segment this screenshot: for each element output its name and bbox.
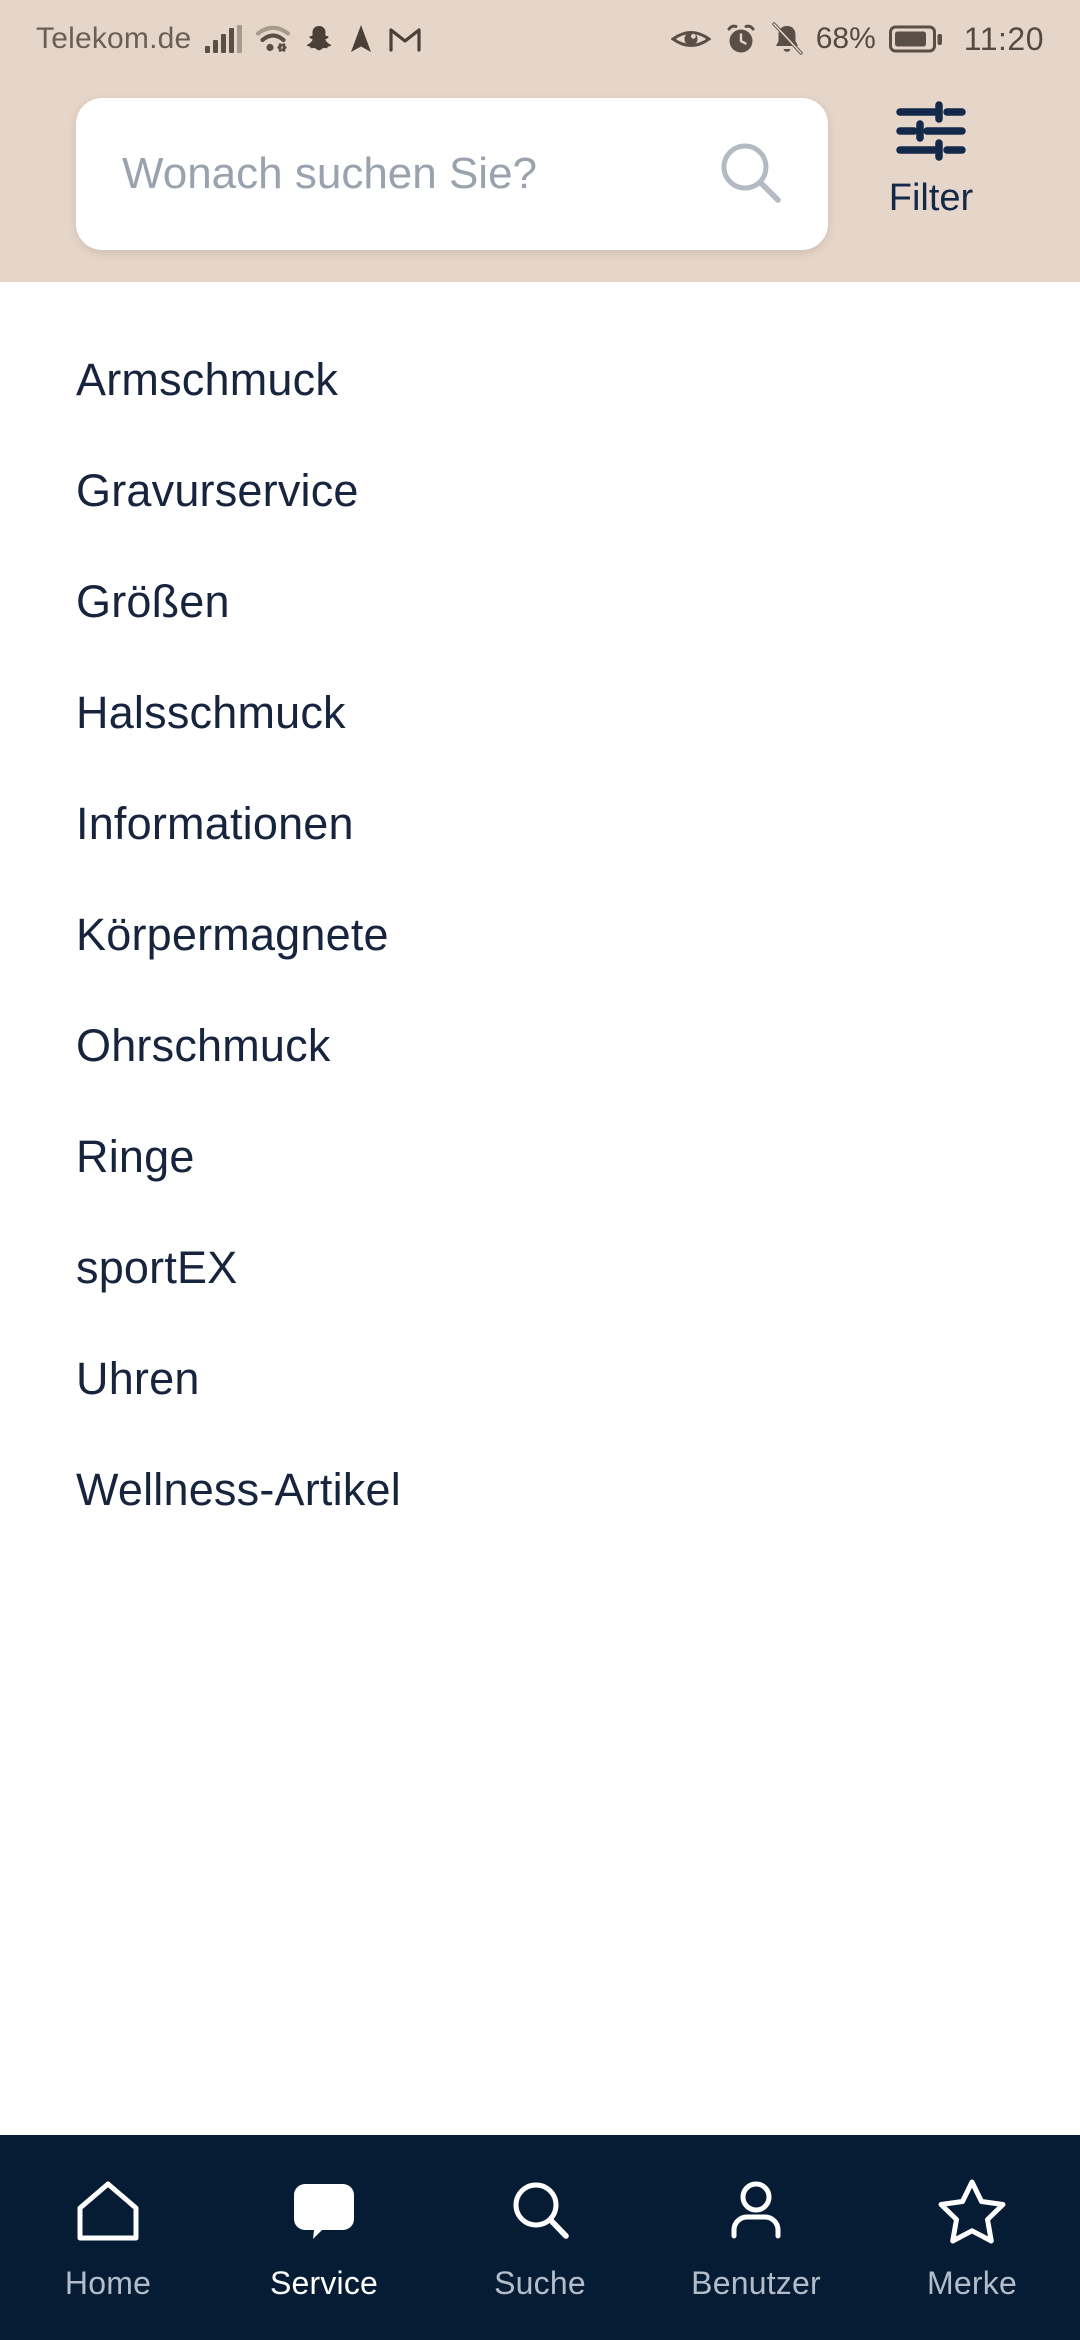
list-item[interactable]: sportEX <box>0 1212 1080 1323</box>
clock-label: 11:20 <box>963 20 1044 57</box>
list-item[interactable]: Uhren <box>0 1323 1080 1434</box>
nav-label-home: Home <box>64 2265 152 2301</box>
list-item-label: sportEX <box>76 1242 238 1293</box>
bottom-navigation: Home Service Suche Benutzer Merke <box>0 2135 1080 2340</box>
list-item-label: Informationen <box>76 798 354 849</box>
nav-label-benutzer: Benutzer <box>691 2265 821 2301</box>
list-item[interactable]: Armschmuck <box>0 324 1080 435</box>
list-item[interactable]: Informationen <box>0 768 1080 879</box>
filter-label: Filter <box>888 177 974 219</box>
list-item-label: Größen <box>76 576 230 627</box>
battery-icon <box>888 24 943 54</box>
status-bar-right: 68% 11:20 <box>670 20 1044 58</box>
search-icon[interactable] <box>708 131 794 217</box>
eye-icon <box>670 25 711 53</box>
filter-button[interactable]: Filter <box>846 100 1016 220</box>
battery-percent-label: 68% <box>815 22 876 55</box>
search-bar[interactable] <box>76 98 828 250</box>
snapchat-icon <box>304 24 334 54</box>
gmail-icon <box>388 25 422 53</box>
navigation-arrow-icon <box>348 23 374 55</box>
list-item-label: Wellness-Artikel <box>76 1464 401 1515</box>
nav-item-benutzer[interactable]: Benutzer <box>648 2135 864 2302</box>
nav-label-merke: Merke <box>927 2265 1017 2301</box>
home-icon <box>72 2173 144 2249</box>
list-item-label: Armschmuck <box>76 354 339 405</box>
nav-item-suche[interactable]: Suche <box>432 2135 648 2302</box>
star-icon <box>936 2173 1008 2249</box>
list-item[interactable]: Halsschmuck <box>0 657 1080 768</box>
list-item-label: Uhren <box>76 1353 200 1404</box>
search-input[interactable] <box>122 149 708 199</box>
list-item[interactable]: Ringe <box>0 1101 1080 1212</box>
list-item[interactable]: Körpermagnete <box>0 879 1080 990</box>
bell-muted-icon <box>771 22 803 56</box>
list-item[interactable]: Gravurservice <box>0 435 1080 546</box>
user-icon <box>720 2173 792 2249</box>
status-bar-left: Telekom.de <box>36 22 422 56</box>
search-header: Filter <box>0 78 1080 282</box>
list-item-label: Ohrschmuck <box>76 1020 331 1071</box>
sliders-icon <box>894 100 968 167</box>
search-icon <box>504 2173 576 2249</box>
list-item[interactable]: Größen <box>0 546 1080 657</box>
nav-label-service: Service <box>269 2265 379 2301</box>
list-item-label: Körpermagnete <box>76 909 389 960</box>
signal-bars-icon <box>205 25 243 53</box>
list-item-label: Halsschmuck <box>76 687 346 738</box>
nav-item-merke[interactable]: Merke <box>864 2135 1080 2302</box>
chat-bubble-icon <box>288 2173 360 2249</box>
alarm-clock-icon <box>724 22 758 56</box>
nav-item-home[interactable]: Home <box>0 2135 216 2302</box>
list-item-label: Ringe <box>76 1131 195 1182</box>
wifi-icon <box>256 24 291 54</box>
nav-label-suche: Suche <box>494 2265 586 2301</box>
status-bar: Telekom.de 68% 11:20 <box>0 0 1080 78</box>
list-item[interactable]: Wellness-Artikel <box>0 1434 1080 1545</box>
category-list: Armschmuck Gravurservice Größen Halsschm… <box>0 282 1080 2135</box>
nav-item-service[interactable]: Service <box>216 2135 432 2302</box>
list-item-label: Gravurservice <box>76 465 359 516</box>
list-item[interactable]: Ohrschmuck <box>0 990 1080 1101</box>
carrier-label: Telekom.de <box>36 22 192 55</box>
app-screen: Telekom.de 68% 11:20 Wonach suchen Sie? … <box>0 0 1080 2340</box>
